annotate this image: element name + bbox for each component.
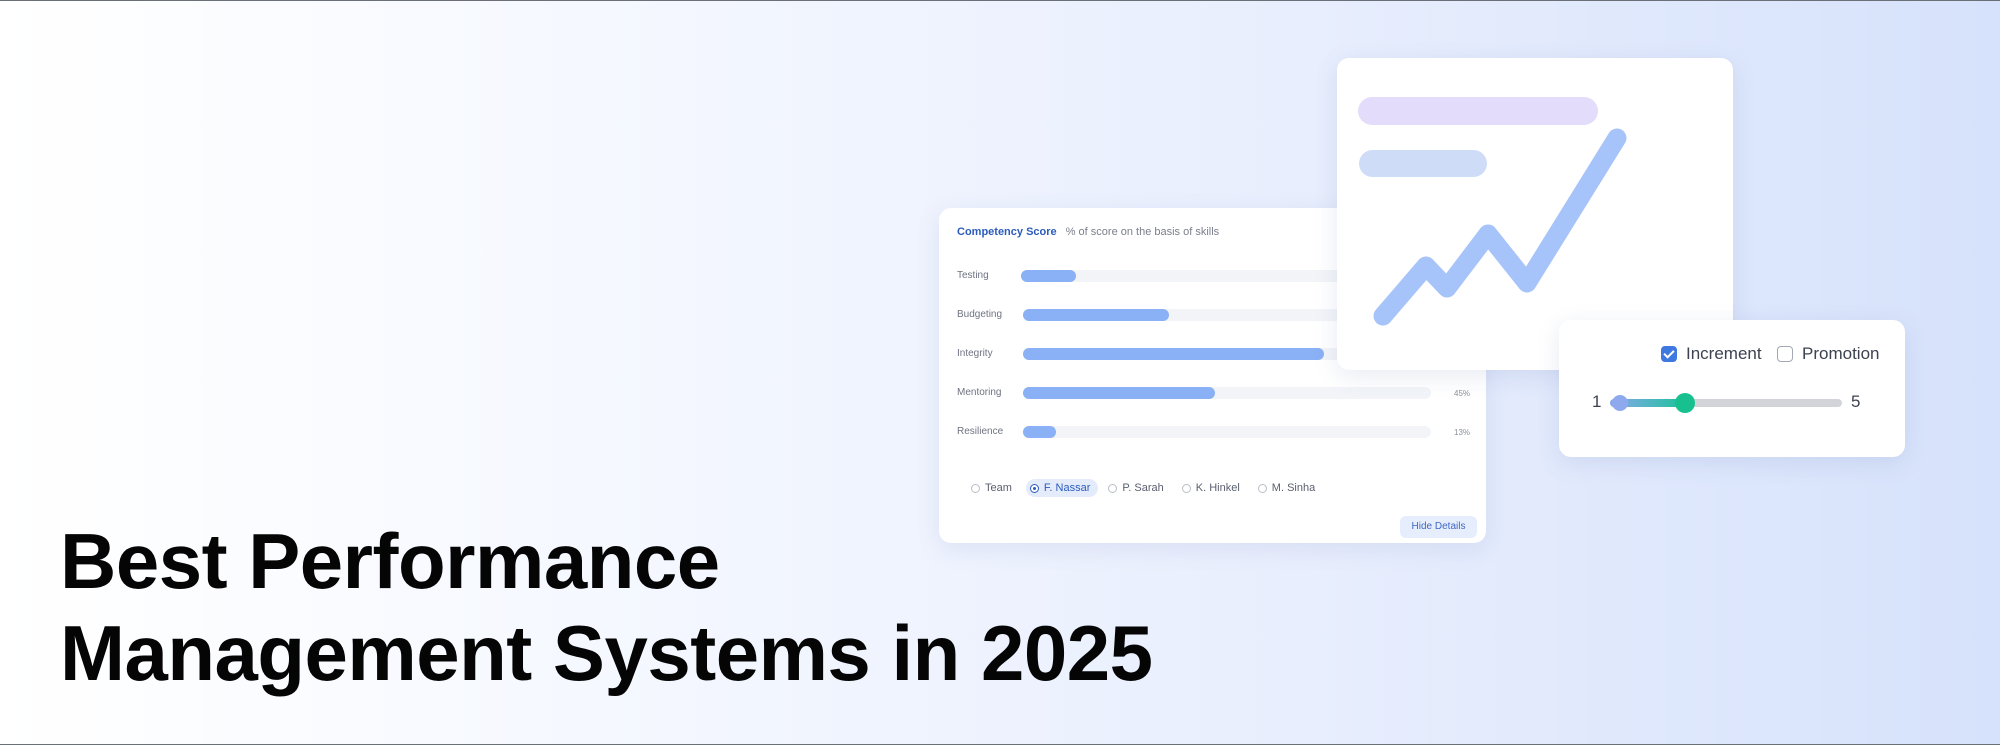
rating-range-slider[interactable] xyxy=(1610,399,1842,407)
increment-check-icon xyxy=(1661,346,1677,362)
filter-option-label: F. Nassar xyxy=(1043,482,1091,494)
skill-percent: 45% xyxy=(1454,389,1471,398)
slider-min-label: 1 xyxy=(1592,392,1602,411)
filter-option[interactable]: M. Sinha xyxy=(1254,479,1323,497)
skill-label: Mentoring xyxy=(957,387,1002,398)
filter-option[interactable]: P. Sarah xyxy=(1104,479,1171,497)
skill-bar-fill xyxy=(1023,348,1324,360)
competency-subtitle: % of score on the basis of skills xyxy=(1065,226,1220,238)
skill-bar-track xyxy=(1023,426,1431,438)
competency-title: Competency Score xyxy=(957,226,1057,238)
filter-option-label: M. Sinha xyxy=(1271,482,1316,494)
hide-details-button[interactable]: Hide Details xyxy=(1400,516,1477,538)
slider-min-handle[interactable] xyxy=(1612,395,1628,411)
radio-icon xyxy=(1108,483,1118,493)
promotion-check-icon xyxy=(1777,346,1793,362)
slider-max-label: 5 xyxy=(1851,392,1861,411)
skill-bar-fill xyxy=(1021,270,1076,282)
radio-icon xyxy=(971,483,980,493)
filter-option[interactable]: F. Nassar xyxy=(1025,479,1099,497)
skill-label: Testing xyxy=(957,270,989,281)
skill-row: Resilience 13% xyxy=(957,426,1477,440)
skill-label: Resilience xyxy=(957,426,1004,437)
radio-icon xyxy=(1029,483,1039,493)
filter-option[interactable]: K. Hinkel xyxy=(1178,479,1248,497)
title-line-2: Management Systems in 2025 xyxy=(60,609,1153,697)
promotion-label: Promotion xyxy=(1802,344,1880,363)
filter-option-label: K. Hinkel xyxy=(1195,482,1240,494)
increment-checkbox[interactable]: Increment xyxy=(1661,344,1762,364)
skill-bar-track xyxy=(1023,387,1431,399)
filter-option-label: Team xyxy=(985,482,1012,494)
promotion-checkbox[interactable]: Promotion xyxy=(1777,344,1879,364)
radio-icon xyxy=(1257,483,1267,493)
trend-line xyxy=(1373,128,1627,326)
skill-bar-fill xyxy=(1023,426,1056,438)
radio-icon xyxy=(1181,483,1191,493)
skill-bar-fill xyxy=(1023,387,1215,399)
slider-max-handle[interactable] xyxy=(1675,393,1696,413)
competency-header: Competency Score % of score on the basis… xyxy=(957,226,1219,238)
skill-row: Mentoring 45% xyxy=(957,387,1477,401)
skill-bar-fill xyxy=(1023,309,1170,321)
increment-label: Increment xyxy=(1686,344,1762,363)
skill-label: Integrity xyxy=(957,348,993,359)
filter-option-label: P. Sarah xyxy=(1122,482,1164,494)
skill-label: Budgeting xyxy=(957,309,1003,320)
filter-option[interactable]: Team xyxy=(967,479,1020,497)
skill-percent: 13% xyxy=(1454,428,1471,437)
filters-card: Increment Promotion 1 5 xyxy=(1559,320,1905,457)
person-filter-group: Team F. Nassar P. Sarah K. Hinkel M. Sinha xyxy=(967,478,1329,498)
